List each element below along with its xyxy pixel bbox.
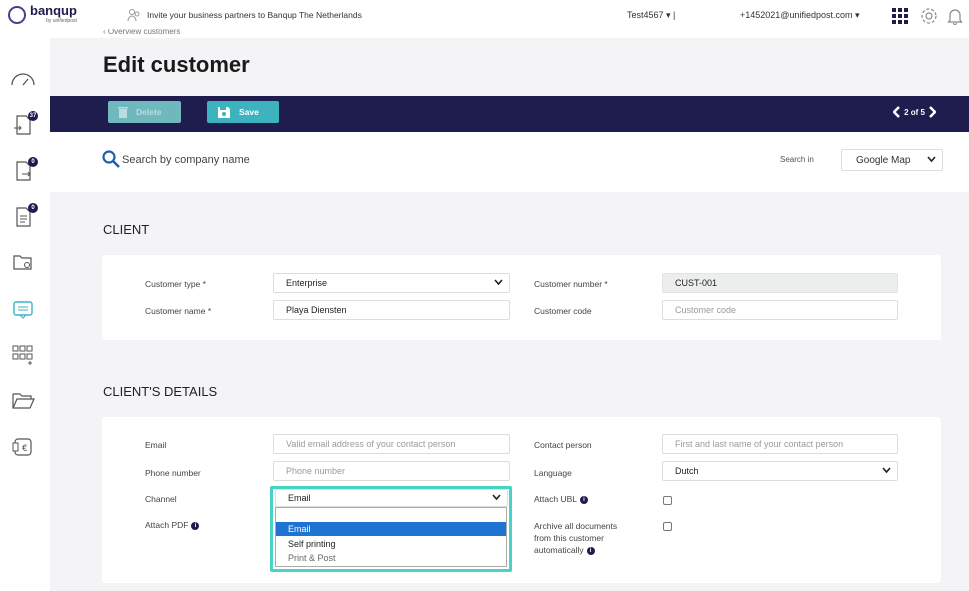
logo-mark-icon bbox=[8, 5, 26, 24]
customer-code-label: Customer code bbox=[534, 306, 592, 316]
pager-text: 2 of 5 bbox=[904, 107, 925, 117]
documents-count-badge: 0 bbox=[28, 203, 38, 213]
user-menu[interactable]: +1452021@unifiedpost.com ▾ bbox=[740, 10, 859, 21]
company-search-input[interactable]: Search by company name bbox=[122, 154, 250, 166]
attach-ubl-checkbox[interactable] bbox=[663, 496, 672, 505]
archive-checkbox[interactable] bbox=[663, 522, 672, 531]
dropdown-blank-row bbox=[276, 508, 506, 522]
bell-icon[interactable] bbox=[947, 7, 963, 25]
customer-type-select[interactable]: Enterprise bbox=[273, 273, 510, 293]
client-card bbox=[102, 255, 941, 340]
chevron-right-icon[interactable] bbox=[928, 106, 936, 118]
customer-type-value: Enterprise bbox=[286, 278, 328, 288]
sidebar-item-documents[interactable]: 0 bbox=[8, 203, 38, 231]
client-section-title: CLIENT bbox=[103, 222, 150, 237]
gear-icon[interactable] bbox=[920, 7, 938, 25]
delete-label: Delete bbox=[136, 107, 162, 117]
clients-details-section-title: CLIENT'S DETAILS bbox=[103, 384, 218, 399]
chevron-down-icon bbox=[927, 156, 936, 163]
info-icon[interactable]: i bbox=[586, 546, 595, 555]
euro-wallet-icon: € bbox=[12, 438, 32, 456]
chevron-down-icon bbox=[494, 279, 503, 286]
page-title: Edit customer bbox=[103, 52, 250, 77]
banqup-logo[interactable]: banqup by unifiedpost bbox=[8, 3, 77, 24]
handshake-icon bbox=[127, 9, 140, 22]
sidebar-item-apps[interactable] bbox=[8, 341, 38, 369]
contact-person-label: Contact person bbox=[534, 440, 592, 450]
search-source-value: Google Map bbox=[856, 154, 911, 166]
attach-pdf-label: Attach PDF i bbox=[145, 520, 200, 530]
customer-number-field: CUST-001 bbox=[662, 273, 898, 293]
sidebar-item-inbox[interactable]: 37 bbox=[8, 111, 38, 139]
language-value: Dutch bbox=[675, 466, 699, 476]
customer-card-icon bbox=[13, 301, 33, 319]
company-search-bar: Search by company name Search in Google … bbox=[50, 132, 969, 192]
sidebar-item-folders[interactable] bbox=[8, 387, 38, 415]
contact-person-input[interactable]: First and last name of your contact pers… bbox=[662, 434, 898, 454]
folder-open-icon bbox=[12, 393, 35, 409]
search-in-label: Search in bbox=[780, 155, 814, 164]
apps-grid-icon[interactable] bbox=[892, 8, 908, 24]
tenant-selector[interactable]: Test4567 ▾ | bbox=[627, 10, 675, 21]
channel-option-self-printing[interactable]: Self printing bbox=[276, 537, 506, 551]
channel-option-print-post[interactable]: Print & Post bbox=[276, 551, 506, 565]
email-label: Email bbox=[145, 440, 167, 450]
save-button[interactable]: Save bbox=[207, 101, 279, 123]
attach-pdf-text: Attach PDF bbox=[145, 520, 189, 530]
language-select[interactable]: Dutch bbox=[662, 461, 898, 481]
phone-number-input[interactable]: Phone number bbox=[273, 461, 510, 481]
sidebar-item-payments[interactable]: € bbox=[8, 433, 38, 461]
channel-dropdown-list: Email Self printing Print & Post bbox=[275, 507, 507, 567]
customer-type-label: Customer type * bbox=[145, 279, 206, 289]
search-source-select[interactable]: Google Map bbox=[841, 149, 943, 171]
customer-name-input[interactable]: Playa Diensten bbox=[273, 300, 510, 320]
invite-partners-link[interactable]: Invite your business partners to Banqup … bbox=[127, 8, 362, 22]
speedometer-icon bbox=[11, 73, 35, 86]
apps-add-icon bbox=[12, 345, 33, 365]
sidebar-item-outbox[interactable]: 0 bbox=[8, 157, 38, 185]
language-label: Language bbox=[534, 468, 572, 478]
trash-icon bbox=[118, 107, 128, 118]
invite-text: Invite your business partners to Banqup … bbox=[147, 10, 362, 20]
chevron-down-icon bbox=[882, 467, 891, 474]
chevron-left-icon[interactable] bbox=[893, 106, 901, 118]
customer-number-label: Customer number * bbox=[534, 279, 608, 289]
attach-ubl-label: Attach UBL i bbox=[534, 494, 588, 504]
outbox-count-badge: 0 bbox=[28, 157, 38, 167]
archive-label: Archive all documents from this customer… bbox=[534, 520, 617, 556]
archive-label-line-3-text: automatically bbox=[534, 545, 584, 555]
phone-number-label: Phone number bbox=[145, 468, 201, 478]
sidebar: 37 0 0 € bbox=[0, 38, 50, 591]
archive-label-line-3: automatically i bbox=[534, 544, 617, 556]
sidebar-item-dashboard[interactable] bbox=[8, 65, 38, 93]
inbox-count-badge: 37 bbox=[28, 111, 38, 121]
save-label: Save bbox=[239, 107, 259, 117]
channel-option-email[interactable]: Email bbox=[276, 522, 506, 536]
action-bar: Delete Save 2 of 5 bbox=[50, 96, 969, 132]
save-icon bbox=[218, 106, 230, 118]
info-icon[interactable]: i bbox=[191, 521, 200, 530]
svg-text:€: € bbox=[22, 444, 28, 454]
attach-ubl-text: Attach UBL bbox=[534, 494, 577, 504]
record-pager: 2 of 5 bbox=[890, 106, 939, 118]
customer-code-input[interactable]: Customer code bbox=[662, 300, 898, 320]
archive-label-line-1: Archive all documents bbox=[534, 521, 618, 531]
archive-label-line-2: from this customer bbox=[534, 533, 604, 543]
delete-button[interactable]: Delete bbox=[108, 101, 181, 123]
channel-label: Channel bbox=[145, 494, 177, 504]
breadcrumb-back-link[interactable]: ‹ Overview customers bbox=[103, 29, 180, 37]
sidebar-item-archive[interactable] bbox=[8, 248, 38, 276]
logo-text: banqup bbox=[30, 3, 77, 18]
logo-subtext: by unifiedpost bbox=[46, 18, 77, 24]
customer-name-label: Customer name * bbox=[145, 306, 212, 316]
info-icon[interactable]: i bbox=[580, 495, 588, 504]
sidebar-item-customers[interactable] bbox=[8, 295, 38, 323]
email-input[interactable]: Valid email address of your contact pers… bbox=[273, 434, 510, 454]
search-icon bbox=[102, 150, 120, 168]
folder-search-icon bbox=[13, 255, 32, 270]
